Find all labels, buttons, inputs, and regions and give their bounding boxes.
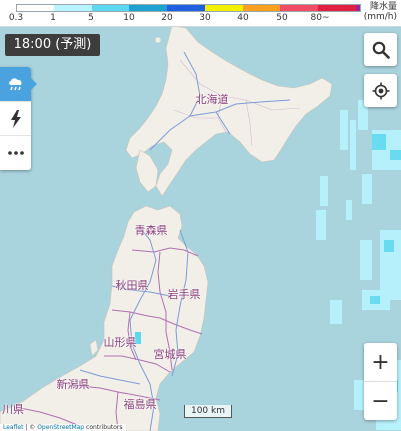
legend-tick: 5 — [88, 13, 94, 23]
more-icon — [7, 151, 24, 155]
legend-swatch — [91, 5, 130, 11]
layer-side-panel — [0, 67, 37, 170]
legend-swatch — [318, 5, 357, 11]
zoom-out-button[interactable]: − — [364, 382, 397, 420]
zoom-in-button[interactable]: + — [364, 343, 397, 381]
attribution-rest: contributors — [84, 424, 123, 431]
more-options-button[interactable] — [0, 135, 31, 170]
locate-icon — [372, 82, 389, 99]
legend-tick: 80~ — [310, 13, 330, 23]
legend-swatch — [167, 5, 205, 11]
legend-swatch — [356, 5, 361, 11]
rishiri-island — [154, 36, 162, 44]
layer-rain-button[interactable] — [0, 67, 37, 101]
legend-unit-mmh: (mm/h) — [363, 12, 397, 22]
zoom-control: + − — [364, 343, 397, 420]
attribution-separator: | © — [23, 424, 38, 431]
layer-lightning-button[interactable] — [0, 101, 31, 136]
legend-swatch — [204, 5, 243, 11]
search-button[interactable] — [364, 33, 397, 66]
label-fukushima: 福島県 — [123, 398, 157, 411]
label-miyagi: 宮城県 — [153, 348, 187, 361]
map-attribution: Leaflet | © OpenStreetMap contributors — [0, 424, 126, 431]
legend-swatch — [280, 5, 319, 11]
legend-swatch — [53, 5, 92, 11]
map-scale: 100 km — [184, 405, 232, 418]
label-iwate: 岩手県 — [167, 288, 201, 301]
legend-tick: 10 — [123, 13, 135, 23]
legend-tick: 50 — [276, 13, 288, 23]
legend-tick: 20 — [161, 13, 173, 23]
label-akita: 秋田県 — [115, 279, 149, 292]
legend-unit-title: 降水量 — [369, 2, 397, 12]
forecast-time-label[interactable]: 18:00 (予測) — [5, 34, 100, 56]
label-aomori: 青森県 — [134, 224, 168, 237]
osm-link[interactable]: OpenStreetMap — [37, 424, 84, 431]
precipitation-legend: 0.3 1 5 10 20 30 40 50 80~ 降水量 (mm/h) — [0, 0, 401, 27]
legend-color-bar — [16, 4, 361, 12]
leaflet-link[interactable]: Leaflet — [3, 424, 23, 431]
label-ishikawa-partial: 川県 — [2, 403, 24, 416]
label-yamagata: 山形県 — [103, 336, 137, 349]
legend-tick: 0.3 — [8, 13, 24, 23]
map-canvas[interactable] — [0, 0, 401, 431]
legend-swatch — [242, 5, 281, 11]
legend-swatch — [17, 5, 54, 11]
label-hokkaido: 北海道 — [195, 93, 229, 106]
legend-swatch — [129, 5, 168, 11]
lightning-icon — [10, 110, 21, 128]
search-icon — [372, 41, 390, 59]
legend-tick: 40 — [237, 13, 249, 23]
rain-cloud-icon — [8, 78, 22, 91]
legend-unit: 降水量 (mm/h) — [364, 2, 397, 22]
label-niigata: 新潟県 — [56, 378, 90, 391]
locate-button[interactable] — [364, 74, 397, 107]
legend-tick: 30 — [199, 13, 211, 23]
legend-tick: 1 — [50, 13, 56, 23]
